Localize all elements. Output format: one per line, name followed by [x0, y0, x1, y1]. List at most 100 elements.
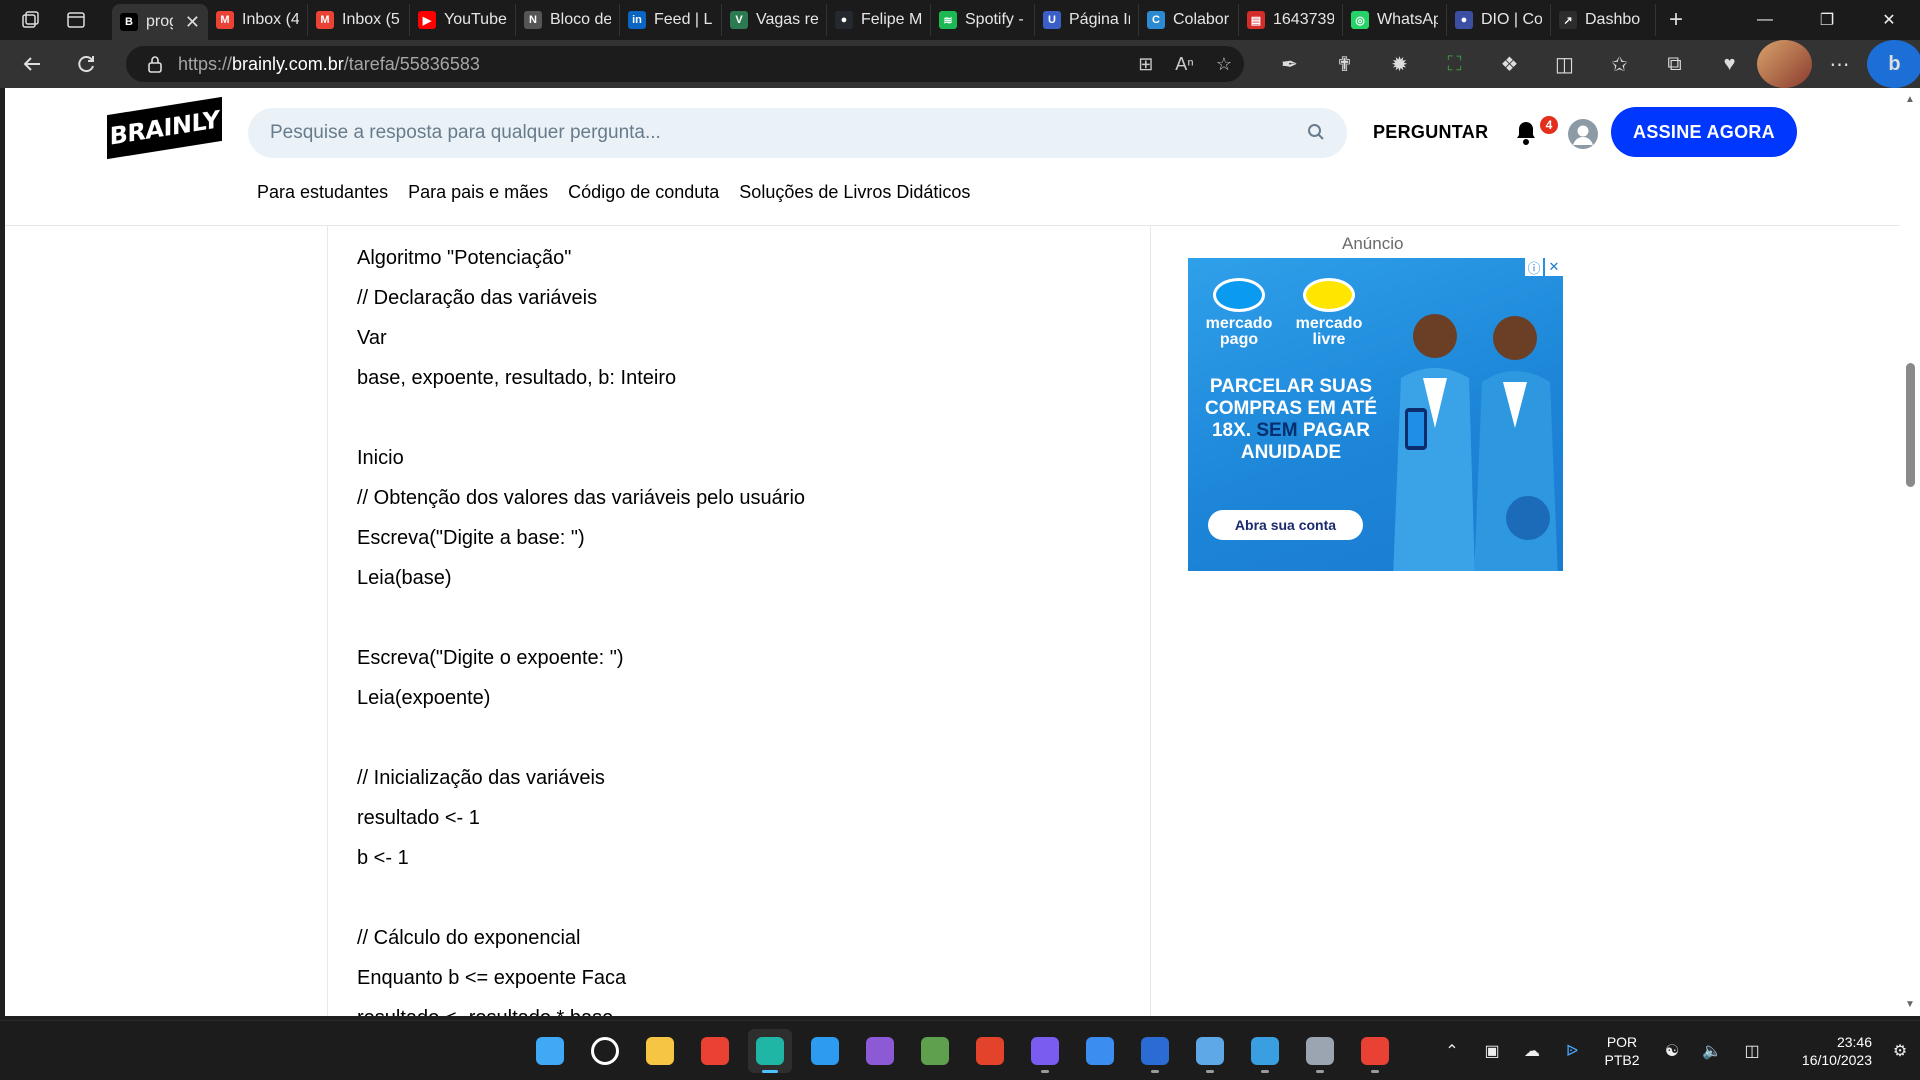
subnav-parents[interactable]: Para pais e mães: [408, 182, 548, 203]
browser-tab[interactable]: ◎ WhatsAp: [1343, 4, 1447, 36]
taskbar-windows-start-button[interactable]: [528, 1029, 572, 1073]
ad-controls: ⓘ ✕: [1525, 258, 1563, 276]
screenshot-icon[interactable]: ⛶: [1427, 40, 1482, 88]
taskbar-chart-app-button[interactable]: [1023, 1029, 1067, 1073]
browser-tab[interactable]: ▶ YouTube: [410, 4, 516, 36]
bing-copilot-button[interactable]: b: [1867, 40, 1920, 88]
read-aloud-icon[interactable]: Aⁿ: [1175, 54, 1194, 75]
browser-tab[interactable]: V Vagas re: [722, 4, 827, 36]
tab-actions-icon[interactable]: [66, 10, 86, 30]
browser-tab[interactable]: ● Felipe M: [827, 4, 931, 36]
answer-line: [357, 718, 1137, 758]
search-input[interactable]: [270, 122, 1270, 144]
back-button[interactable]: [8, 44, 56, 84]
wifi-icon[interactable]: ☯: [1652, 1041, 1692, 1061]
notifications-icon[interactable]: ⚙: [1880, 1041, 1920, 1061]
taskbar-notepad-button[interactable]: [1188, 1029, 1232, 1073]
todo-icon: [1086, 1037, 1114, 1065]
taskbar-nodejs-button[interactable]: [913, 1029, 957, 1073]
taskbar-word-button[interactable]: [1133, 1029, 1177, 1073]
subnav-students[interactable]: Para estudantes: [257, 182, 388, 203]
advertisement-banner[interactable]: ⓘ ✕ mercado pago mercado livre PARCELAR …: [1188, 258, 1563, 571]
app-available-icon[interactable]: ⊞: [1138, 54, 1153, 75]
taskbar-vscode-button[interactable]: [803, 1029, 847, 1073]
chart-app-icon: [1031, 1037, 1059, 1065]
close-tab-icon[interactable]: ✕: [185, 12, 200, 33]
taskbar-chrome-profile-button[interactable]: [1353, 1029, 1397, 1073]
tab-favicon-icon: B: [120, 13, 138, 31]
tab-favicon-icon: V: [730, 11, 748, 29]
browser-tab[interactable]: Bprog ✕: [112, 4, 208, 40]
taskbar-search-button[interactable]: [583, 1029, 627, 1073]
scrollbar-thumb[interactable]: [1906, 363, 1915, 487]
browser-tab[interactable]: N Bloco de: [516, 4, 620, 36]
taskbar-github-desktop-button[interactable]: [858, 1029, 902, 1073]
page-scrollbar[interactable]: ▲ ▼: [1900, 88, 1920, 1016]
bell-icon[interactable]: [1514, 120, 1538, 151]
workspaces-icon[interactable]: [20, 10, 40, 30]
browser-tab[interactable]: ↗ Dashbo: [1551, 4, 1656, 36]
settings-more-icon[interactable]: ⋯: [1812, 40, 1867, 88]
scroll-down-arrow-icon[interactable]: ▼: [1905, 999, 1915, 1010]
browser-tab[interactable]: M Inbox (4: [208, 4, 308, 36]
browser-tab[interactable]: M Inbox (5: [308, 4, 410, 36]
adblock-icon[interactable]: ✹: [1372, 40, 1427, 88]
taskbar-todo-button[interactable]: [1078, 1029, 1122, 1073]
taskbar-chrome-button[interactable]: [693, 1029, 737, 1073]
restore-button[interactable]: ❐: [1796, 0, 1858, 40]
volume-icon[interactable]: 🔈: [1692, 1041, 1732, 1061]
brainly-logo[interactable]: BRAINLY: [107, 96, 222, 160]
refresh-button[interactable]: [62, 44, 110, 84]
minimize-button[interactable]: —: [1734, 0, 1796, 40]
bluetooth-icon[interactable]: ᐉ: [1552, 1041, 1592, 1061]
split-screen-icon[interactable]: ◫: [1537, 40, 1592, 88]
url-text[interactable]: https://brainly.com.br/tarefa/55836583: [178, 54, 480, 75]
ad-close-icon[interactable]: ✕: [1545, 258, 1563, 276]
ask-question-button[interactable]: PERGUNTAR: [1373, 122, 1488, 143]
ad-cta-button[interactable]: Abra sua conta: [1208, 510, 1363, 540]
browser-tab[interactable]: ▤ 1643739: [1239, 4, 1343, 36]
language-indicator[interactable]: POR PTB2: [1592, 1033, 1652, 1069]
subnav-textbook-solutions[interactable]: Soluções de Livros Didáticos: [739, 182, 970, 203]
ad-info-icon[interactable]: ⓘ: [1525, 258, 1543, 276]
extensions-puzzle-icon[interactable]: ❖: [1482, 40, 1537, 88]
onedrive-cloud-icon[interactable]: ☁: [1512, 1041, 1552, 1061]
extension-icon[interactable]: ✟: [1317, 40, 1372, 88]
taskbar-office-button[interactable]: [968, 1029, 1012, 1073]
taskbar-file-explorer-button[interactable]: [638, 1029, 682, 1073]
collections-icon[interactable]: ⧉: [1647, 40, 1702, 88]
answer-line: // Obtenção dos valores das variáveis pe…: [357, 487, 806, 509]
profile-avatar[interactable]: [1757, 40, 1812, 88]
new-tab-button[interactable]: +: [1656, 6, 1696, 34]
browser-tab[interactable]: C Colabor: [1139, 4, 1239, 36]
tray-app-icon[interactable]: ▣: [1472, 1041, 1512, 1061]
favorite-star-icon[interactable]: ☆: [1216, 54, 1232, 75]
color-picker-icon[interactable]: ✒: [1262, 40, 1317, 88]
scroll-up-arrow-icon[interactable]: ▲: [1905, 94, 1915, 105]
battery-icon[interactable]: ◫: [1732, 1041, 1772, 1061]
subscribe-button[interactable]: ASSINE AGORA: [1611, 107, 1797, 157]
lock-icon[interactable]: [146, 54, 164, 74]
search-box[interactable]: [248, 108, 1347, 158]
profile-photo: [1757, 40, 1812, 88]
browser-essentials-icon[interactable]: ♥: [1702, 40, 1757, 88]
browser-tab[interactable]: ≋ Spotify -: [931, 4, 1035, 36]
taskbar-photos-button[interactable]: [1243, 1029, 1287, 1073]
windows-taskbar: ⌃ ▣ ☁ ᐉ POR PTB2 ☯ 🔈 ◫ 23:46 16/10/2023 …: [0, 1020, 1920, 1080]
subnav-code-of-conduct[interactable]: Código de conduta: [568, 182, 719, 203]
clock[interactable]: 23:46 16/10/2023: [1772, 1033, 1872, 1069]
taskbar-settings-button[interactable]: [1298, 1029, 1342, 1073]
user-avatar[interactable]: [1568, 119, 1598, 149]
favorites-icon[interactable]: ✩: [1592, 40, 1647, 88]
answer-line: Escreva("Digite a base: "): [357, 527, 585, 549]
tray-overflow-chevron-icon[interactable]: ⌃: [1432, 1041, 1472, 1061]
browser-tab[interactable]: U Página Ir: [1035, 4, 1139, 36]
tab-title: Felipe M: [861, 11, 922, 28]
search-icon[interactable]: [1307, 123, 1325, 146]
browser-tab[interactable]: in Feed | Li: [620, 4, 722, 36]
address-bar[interactable]: https://brainly.com.br/tarefa/55836583 ⊞…: [126, 46, 1244, 82]
browser-tab[interactable]: ● DIO | Co: [1447, 4, 1551, 36]
taskbar-edge-button[interactable]: [748, 1029, 792, 1073]
close-window-button[interactable]: ✕: [1858, 0, 1920, 40]
brand1-line2: pago: [1219, 331, 1259, 348]
